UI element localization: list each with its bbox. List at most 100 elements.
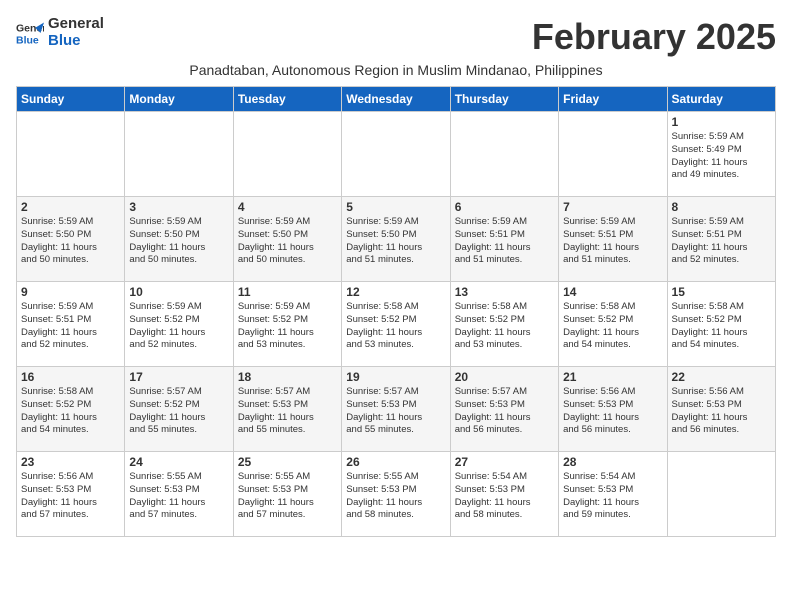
day-number: 8 <box>672 200 771 214</box>
col-header-saturday: Saturday <box>667 87 775 112</box>
day-number: 24 <box>129 455 228 469</box>
calendar-cell: 12Sunrise: 5:58 AM Sunset: 5:52 PM Dayli… <box>342 282 450 367</box>
calendar-cell: 1 Sunrise: 5:59 AM Sunset: 5:49 PM Daylig… <box>667 112 775 197</box>
calendar-cell <box>559 112 667 197</box>
calendar-cell: 19 Sunrise: 5:57 AM Sunset: 5:53 PM Dayli… <box>342 367 450 452</box>
calendar-cell <box>342 112 450 197</box>
calendar-week-row: 2Sunrise: 5:59 AM Sunset: 5:50 PM Daylig… <box>17 197 776 282</box>
day-number: 19 <box>346 370 445 384</box>
day-info: Sunrise: 5:59 AM Sunset: 5:51 PM Dayligh… <box>21 301 120 352</box>
day-info: Sunrise: 5:57 AM Sunset: 5:52 PM Dayligh… <box>129 386 228 437</box>
logo-text-line2: Blue <box>48 33 104 50</box>
day-info: Sunrise: 5:58 AM Sunset: 5:52 PM Dayligh… <box>563 301 662 352</box>
calendar-cell: 20 Sunrise: 5:57 AM Sunset: 5:53 PM Dayli… <box>450 367 558 452</box>
calendar-cell: 5 Sunrise: 5:59 AM Sunset: 5:50 PM Daylig… <box>342 197 450 282</box>
day-number: 20 <box>455 370 554 384</box>
calendar-cell: 6Sunrise: 5:59 AM Sunset: 5:51 PM Daylig… <box>450 197 558 282</box>
calendar-cell: 10 Sunrise: 5:59 AM Sunset: 5:52 PM Dayli… <box>125 282 233 367</box>
col-header-wednesday: Wednesday <box>342 87 450 112</box>
calendar-week-row: 9 Sunrise: 5:59 AM Sunset: 5:51 PM Daylig… <box>17 282 776 367</box>
day-number: 17 <box>129 370 228 384</box>
calendar-cell: 8 Sunrise: 5:59 AM Sunset: 5:51 PM Daylig… <box>667 197 775 282</box>
day-number: 9 <box>21 285 120 299</box>
page-header: General Blue General Blue February 2025 <box>16 16 776 58</box>
day-number: 21 <box>563 370 662 384</box>
day-info: Sunrise: 5:59 AM Sunset: 5:50 PM Dayligh… <box>129 216 228 267</box>
day-info: Sunrise: 5:59 AM Sunset: 5:52 PM Dayligh… <box>238 301 337 352</box>
calendar-week-row: 16 Sunrise: 5:58 AM Sunset: 5:52 PM Dayli… <box>17 367 776 452</box>
day-number: 11 <box>238 285 337 299</box>
calendar-cell <box>125 112 233 197</box>
day-number: 7 <box>563 200 662 214</box>
calendar-cell <box>450 112 558 197</box>
day-number: 4 <box>238 200 337 214</box>
calendar-cell: 18Sunrise: 5:57 AM Sunset: 5:53 PM Dayli… <box>233 367 341 452</box>
day-number: 3 <box>129 200 228 214</box>
day-number: 26 <box>346 455 445 469</box>
day-info: Sunrise: 5:58 AM Sunset: 5:52 PM Dayligh… <box>21 386 120 437</box>
calendar-cell <box>667 452 775 537</box>
calendar-cell: 23 Sunrise: 5:56 AM Sunset: 5:53 PM Dayli… <box>17 452 125 537</box>
calendar-cell: 17 Sunrise: 5:57 AM Sunset: 5:52 PM Dayli… <box>125 367 233 452</box>
calendar-cell: 7 Sunrise: 5:59 AM Sunset: 5:51 PM Daylig… <box>559 197 667 282</box>
calendar-week-row: 1 Sunrise: 5:59 AM Sunset: 5:49 PM Daylig… <box>17 112 776 197</box>
day-info: Sunrise: 5:57 AM Sunset: 5:53 PM Dayligh… <box>455 386 554 437</box>
day-info: Sunrise: 5:59 AM Sunset: 5:52 PM Dayligh… <box>129 301 228 352</box>
col-header-friday: Friday <box>559 87 667 112</box>
day-number: 16 <box>21 370 120 384</box>
day-number: 5 <box>346 200 445 214</box>
day-number: 10 <box>129 285 228 299</box>
day-info: Sunrise: 5:59 AM Sunset: 5:49 PM Dayligh… <box>672 131 771 182</box>
day-info: Sunrise: 5:54 AM Sunset: 5:53 PM Dayligh… <box>455 471 554 522</box>
day-number: 22 <box>672 370 771 384</box>
calendar-cell: 25 Sunrise: 5:55 AM Sunset: 5:53 PM Dayli… <box>233 452 341 537</box>
day-info: Sunrise: 5:58 AM Sunset: 5:52 PM Dayligh… <box>455 301 554 352</box>
calendar-cell: 3 Sunrise: 5:59 AM Sunset: 5:50 PM Daylig… <box>125 197 233 282</box>
col-header-monday: Monday <box>125 87 233 112</box>
day-info: Sunrise: 5:58 AM Sunset: 5:52 PM Dayligh… <box>672 301 771 352</box>
col-header-tuesday: Tuesday <box>233 87 341 112</box>
day-info: Sunrise: 5:59 AM Sunset: 5:50 PM Dayligh… <box>346 216 445 267</box>
svg-text:Blue: Blue <box>16 34 39 46</box>
day-number: 12 <box>346 285 445 299</box>
calendar-cell: 22 Sunrise: 5:56 AM Sunset: 5:53 PM Dayli… <box>667 367 775 452</box>
day-number: 27 <box>455 455 554 469</box>
logo-text-line1: General <box>48 16 104 33</box>
day-number: 14 <box>563 285 662 299</box>
day-info: Sunrise: 5:59 AM Sunset: 5:50 PM Dayligh… <box>21 216 120 267</box>
day-info: Sunrise: 5:55 AM Sunset: 5:53 PM Dayligh… <box>238 471 337 522</box>
day-info: Sunrise: 5:59 AM Sunset: 5:51 PM Dayligh… <box>563 216 662 267</box>
calendar-cell: 28 Sunrise: 5:54 AM Sunset: 5:53 PM Dayli… <box>559 452 667 537</box>
day-number: 6 <box>455 200 554 214</box>
calendar-cell: 4 Sunrise: 5:59 AM Sunset: 5:50 PM Daylig… <box>233 197 341 282</box>
calendar-cell: 14 Sunrise: 5:58 AM Sunset: 5:52 PM Dayli… <box>559 282 667 367</box>
day-number: 13 <box>455 285 554 299</box>
calendar-cell: 11 Sunrise: 5:59 AM Sunset: 5:52 PM Dayli… <box>233 282 341 367</box>
calendar-cell: 2Sunrise: 5:59 AM Sunset: 5:50 PM Daylig… <box>17 197 125 282</box>
day-info: Sunrise: 5:59 AM Sunset: 5:51 PM Dayligh… <box>672 216 771 267</box>
day-info: Sunrise: 5:56 AM Sunset: 5:53 PM Dayligh… <box>21 471 120 522</box>
day-info: Sunrise: 5:56 AM Sunset: 5:53 PM Dayligh… <box>563 386 662 437</box>
day-number: 18 <box>238 370 337 384</box>
month-title: February 2025 <box>532 16 776 58</box>
calendar-week-row: 23 Sunrise: 5:56 AM Sunset: 5:53 PM Dayli… <box>17 452 776 537</box>
col-header-sunday: Sunday <box>17 87 125 112</box>
logo-icon: General Blue <box>16 19 44 47</box>
calendar-cell <box>233 112 341 197</box>
day-number: 25 <box>238 455 337 469</box>
col-header-thursday: Thursday <box>450 87 558 112</box>
day-info: Sunrise: 5:57 AM Sunset: 5:53 PM Dayligh… <box>346 386 445 437</box>
day-number: 1 <box>672 115 771 129</box>
calendar-cell: 9 Sunrise: 5:59 AM Sunset: 5:51 PM Daylig… <box>17 282 125 367</box>
calendar-cell: 21 Sunrise: 5:56 AM Sunset: 5:53 PM Dayli… <box>559 367 667 452</box>
day-info: Sunrise: 5:56 AM Sunset: 5:53 PM Dayligh… <box>672 386 771 437</box>
calendar-cell <box>17 112 125 197</box>
logo: General Blue General Blue <box>16 16 104 49</box>
calendar: SundayMondayTuesdayWednesdayThursdayFrid… <box>16 86 776 537</box>
calendar-cell: 15Sunrise: 5:58 AM Sunset: 5:52 PM Dayli… <box>667 282 775 367</box>
day-info: Sunrise: 5:59 AM Sunset: 5:50 PM Dayligh… <box>238 216 337 267</box>
day-info: Sunrise: 5:54 AM Sunset: 5:53 PM Dayligh… <box>563 471 662 522</box>
day-number: 28 <box>563 455 662 469</box>
day-number: 23 <box>21 455 120 469</box>
calendar-cell: 13 Sunrise: 5:58 AM Sunset: 5:52 PM Dayli… <box>450 282 558 367</box>
